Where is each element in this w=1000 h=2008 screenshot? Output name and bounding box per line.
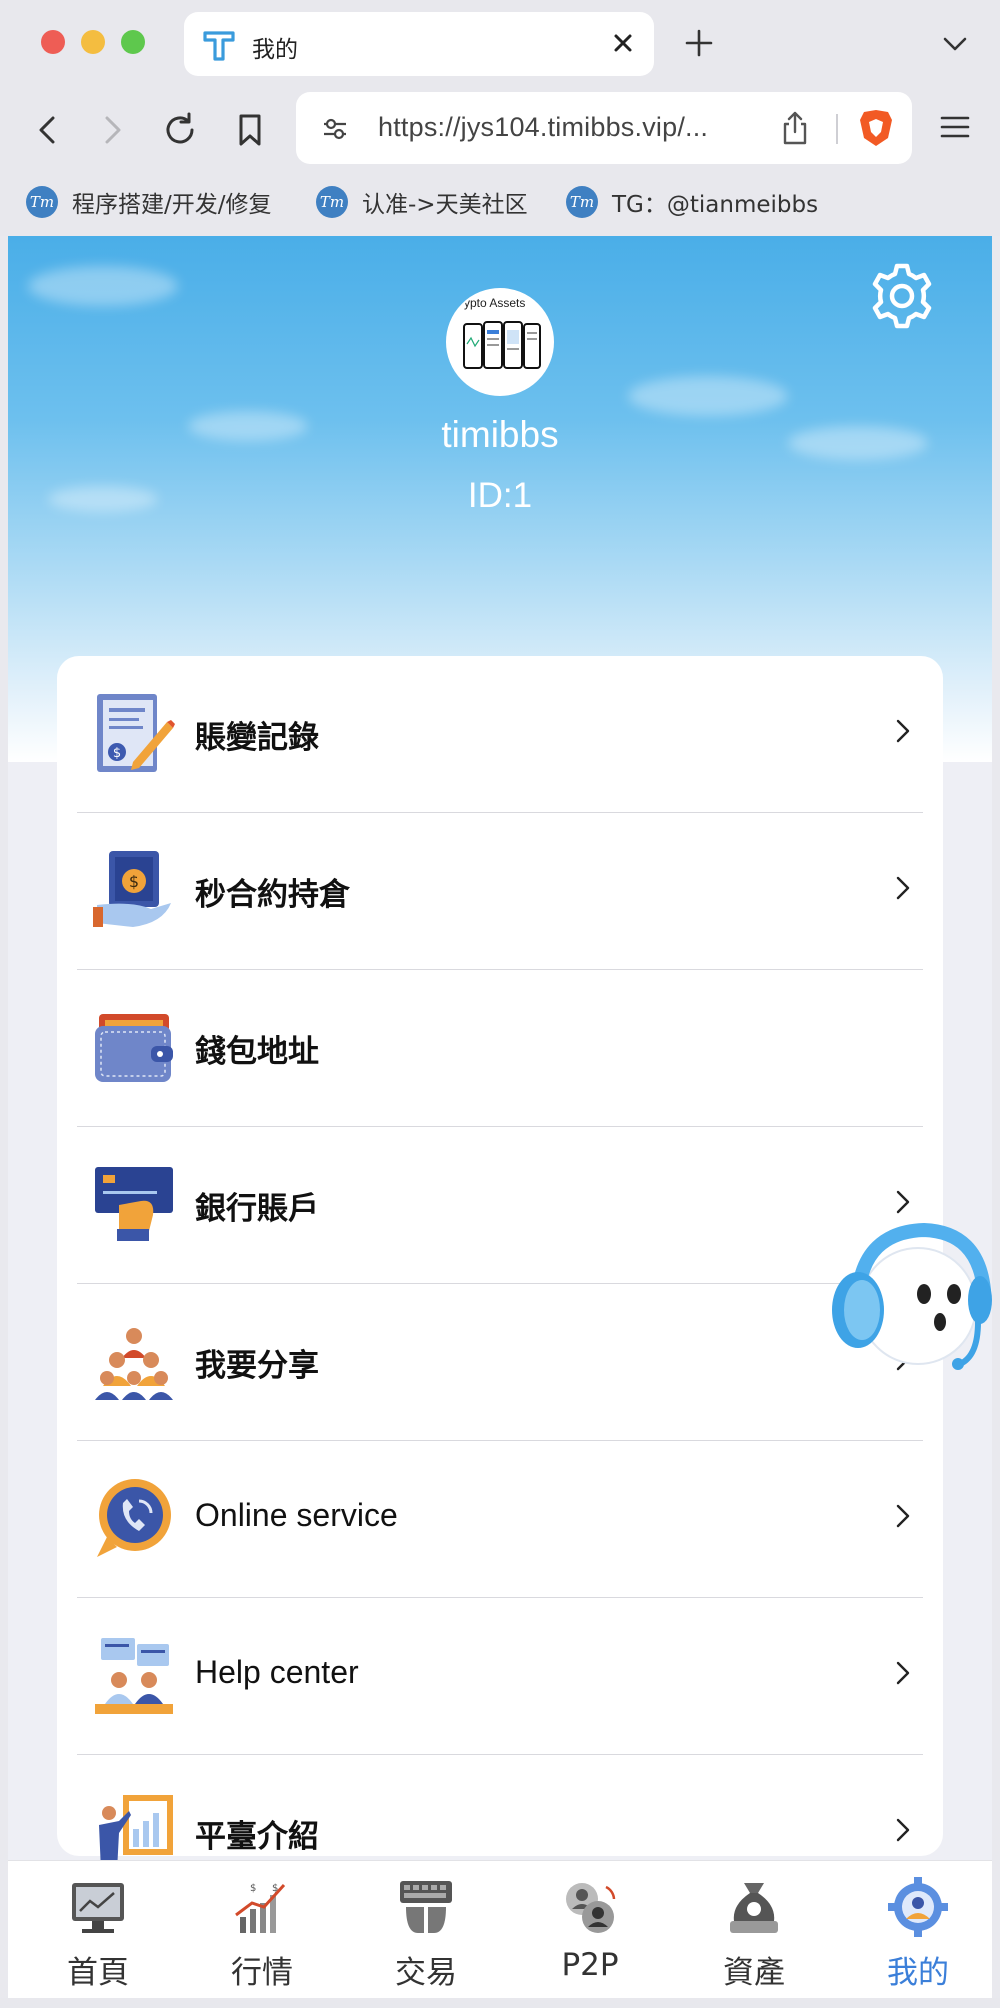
- svg-text:$: $: [272, 1883, 278, 1894]
- market-chart-icon: $ $: [235, 1883, 286, 1933]
- page-content: ypto Assets timibbs ID:1 $ 賬變記錄 $ 秒合約持倉 …: [8, 236, 992, 2008]
- close-window-button[interactable]: [41, 30, 65, 54]
- site-favicon-icon: [203, 31, 235, 61]
- bookmark-label: 程序搭建/开发/修复: [72, 192, 272, 218]
- menu-card: $ 賬變記錄 $ 秒合約持倉 錢包地址 銀行賬戶 我要分享 Online ser…: [57, 656, 943, 1871]
- url-text[interactable]: https://jys104.timibbs.vip/...: [378, 112, 708, 143]
- customer-service-mascot-icon[interactable]: [828, 1216, 992, 1372]
- profile-gear-icon: [888, 1877, 948, 1937]
- user-id: ID:1: [467, 476, 533, 515]
- menu-item-label: 錢包地址: [195, 1034, 319, 1070]
- avatar-phones-image: [463, 321, 541, 369]
- tab-p2p[interactable]: P2P: [508, 1861, 672, 2008]
- menu-item-wallet-address[interactable]: 錢包地址: [77, 970, 923, 1127]
- bottom-tab-bar: 首頁 $ $ 行情 交易 P2P 資產 我的: [8, 1860, 992, 2008]
- svg-text:$: $: [250, 1883, 256, 1894]
- bookmark-icon[interactable]: [230, 110, 270, 150]
- menu-item-help-center[interactable]: Help center: [77, 1598, 923, 1755]
- svg-text:$: $: [113, 746, 121, 761]
- tab-label: 交易: [395, 1955, 457, 1991]
- chevron-down-icon[interactable]: [942, 34, 968, 54]
- address-bar[interactable]: https://jys104.timibbs.vip/...: [296, 92, 912, 164]
- bookmark-item[interactable]: Tm 认准->天美社区: [316, 182, 528, 222]
- tab-trade[interactable]: 交易: [344, 1861, 508, 2008]
- ledger-icon: $: [97, 694, 175, 772]
- p2p-users-icon: [566, 1883, 616, 1933]
- share-people-icon: [95, 1328, 173, 1400]
- tm-logo-icon: Tm: [26, 186, 58, 218]
- chevron-right-icon: [896, 719, 910, 743]
- zoom-window-button[interactable]: [121, 30, 145, 54]
- menu-item-label: 秒合約持倉: [195, 877, 350, 913]
- menu-icon[interactable]: [940, 114, 970, 140]
- tab-label: 資產: [723, 1955, 785, 1991]
- menu-item-label: 我要分享: [195, 1348, 319, 1384]
- menu-item-label: Help center: [195, 1654, 359, 1690]
- menu-item-label: Online service: [195, 1497, 398, 1533]
- assets-bag-icon: [730, 1883, 778, 1933]
- minimize-window-button[interactable]: [81, 30, 105, 54]
- bookmark-label: TG：@tianmeibbs: [612, 192, 819, 218]
- menu-item-online-service[interactable]: Online service: [77, 1441, 923, 1598]
- menu-item-transaction-records[interactable]: $ 賬變記錄: [77, 656, 923, 813]
- contract-position-icon: $: [93, 851, 171, 927]
- chevron-right-icon: [896, 876, 910, 900]
- close-tab-icon[interactable]: [610, 30, 636, 56]
- menu-item-share[interactable]: 我要分享: [77, 1284, 923, 1441]
- window-bottom-edge: [0, 1998, 1000, 2008]
- help-center-icon: [95, 1638, 173, 1714]
- phone-chat-icon: [97, 1479, 171, 1557]
- svg-text:$: $: [129, 872, 139, 891]
- tab-label: 首頁: [67, 1955, 129, 1991]
- tab-strip: 我的: [0, 0, 1000, 84]
- trade-keyboard-icon: [400, 1881, 452, 1933]
- chevron-right-icon: [896, 1504, 910, 1528]
- forward-icon[interactable]: [92, 110, 132, 150]
- tab-home[interactable]: 首頁: [16, 1861, 180, 2008]
- tab-label: 我的: [887, 1955, 949, 1991]
- tab-market[interactable]: $ $ 行情: [180, 1861, 344, 2008]
- tab-title: 我的: [252, 37, 298, 63]
- menu-item-contract-positions[interactable]: $ 秒合約持倉: [77, 813, 923, 970]
- bookmark-item[interactable]: Tm 程序搭建/开发/修复: [26, 182, 272, 222]
- tab-label: P2P: [561, 1947, 619, 1983]
- chevron-right-icon: [896, 1190, 910, 1214]
- home-monitor-icon: [72, 1883, 124, 1933]
- browser-toolbar: https://jys104.timibbs.vip/...: [0, 84, 1000, 176]
- chevron-right-icon: [896, 1661, 910, 1685]
- share-icon[interactable]: [780, 110, 810, 146]
- menu-item-label: 銀行賬戶: [195, 1191, 319, 1227]
- avatar-caption: ypto Assets: [464, 296, 526, 310]
- bookmarks-bar: Tm 程序搭建/开发/修复 Tm 认准->天美社区 Tm TG：@tianmei…: [0, 176, 1000, 236]
- tm-logo-icon: Tm: [566, 186, 598, 218]
- bank-card-icon: [95, 1167, 173, 1241]
- menu-item-bank-account[interactable]: 銀行賬戶: [77, 1127, 923, 1284]
- site-settings-icon[interactable]: [320, 114, 350, 144]
- wallet-icon: [95, 1014, 173, 1082]
- bookmark-item[interactable]: Tm TG：@tianmeibbs: [566, 182, 818, 222]
- browser-tab-active[interactable]: 我的: [184, 12, 654, 76]
- chevron-right-icon: [896, 1818, 910, 1842]
- new-tab-icon[interactable]: [684, 28, 714, 58]
- tab-assets[interactable]: 資產: [672, 1861, 836, 2008]
- gear-icon[interactable]: [866, 260, 938, 332]
- tab-profile[interactable]: 我的: [836, 1861, 1000, 2008]
- tab-label: 行情: [231, 1955, 293, 1991]
- username: timibbs: [441, 414, 559, 455]
- brave-shield-icon[interactable]: [858, 108, 894, 148]
- menu-item-label: 平臺介紹: [195, 1819, 319, 1855]
- reload-icon[interactable]: [160, 110, 200, 150]
- url-divider: [836, 114, 838, 144]
- avatar[interactable]: ypto Assets: [446, 288, 554, 396]
- bookmark-label: 认准->天美社区: [362, 192, 528, 218]
- tm-logo-icon: Tm: [316, 186, 348, 218]
- browser-chrome: 我的 https://jys104.timibbs.vip/... Tm 程序搭…: [0, 0, 1000, 236]
- back-icon[interactable]: [28, 110, 68, 150]
- menu-item-label: 賬變記錄: [195, 720, 319, 756]
